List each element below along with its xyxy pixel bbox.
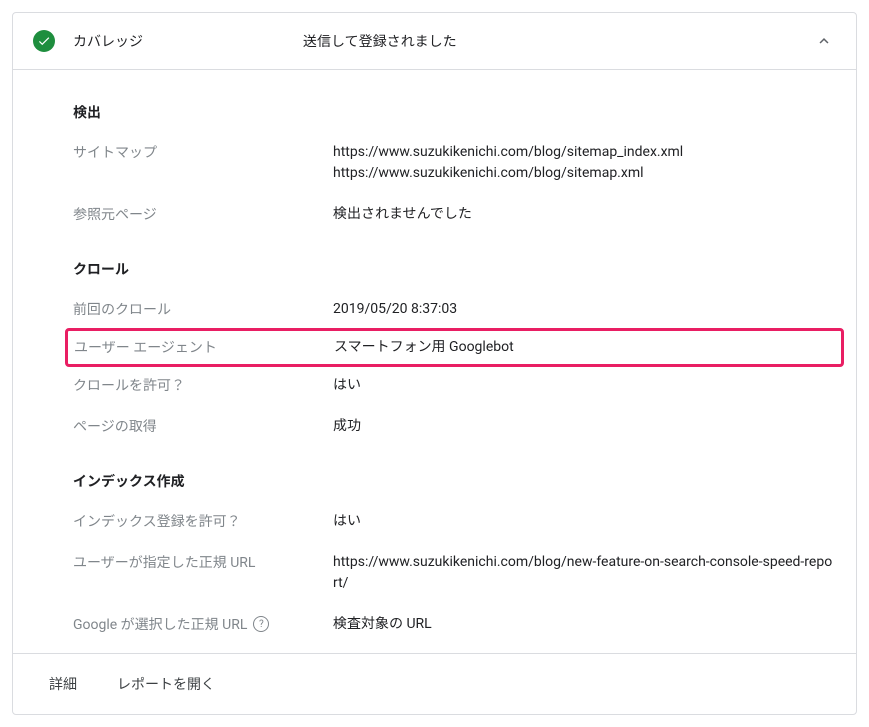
- card-footer: 詳細 レポートを開く: [13, 653, 856, 714]
- value-referrer: 検出されませんでした: [333, 204, 836, 225]
- label-google-canonical: Google が選択した正規 URL ?: [73, 614, 333, 634]
- label-sitemap: サイトマップ: [73, 142, 333, 162]
- check-circle-icon: [33, 30, 55, 52]
- row-sitemap: サイトマップ https://www.suzukikenichi.com/blo…: [73, 132, 836, 194]
- label-crawl-allowed: クロールを許可？: [73, 375, 333, 395]
- label-indexing-allowed: インデックス登録を許可？: [73, 511, 333, 531]
- row-user-canonical: ユーザーが指定した正規 URL https://www.suzukikenich…: [73, 542, 836, 604]
- row-user-agent-highlighted: ユーザー エージェント スマートフォン用 Googlebot: [65, 328, 844, 367]
- row-indexing-allowed: インデックス登録を許可？ はい: [73, 501, 836, 542]
- value-last-crawl: 2019/05/20 8:37:03: [333, 299, 836, 320]
- header-status: 送信して登録されました: [303, 31, 812, 51]
- value-page-fetch: 成功: [333, 416, 836, 437]
- header-title: カバレッジ: [73, 31, 303, 51]
- card-content: 検出 サイトマップ https://www.suzukikenichi.com/…: [13, 70, 856, 653]
- row-google-canonical: Google が選択した正規 URL ? 検査対象の URL: [73, 604, 836, 645]
- value-user-canonical: https://www.suzukikenichi.com/blog/new-f…: [333, 552, 836, 594]
- label-page-fetch: ページの取得: [73, 416, 333, 436]
- card-header[interactable]: カバレッジ 送信して登録されました: [13, 13, 856, 70]
- section-indexing-title: インデックス作成: [73, 447, 836, 501]
- label-user-agent: ユーザー エージェント: [74, 337, 334, 357]
- value-sitemap: https://www.suzukikenichi.com/blog/sitem…: [333, 142, 836, 184]
- label-last-crawl: 前回のクロール: [73, 299, 333, 319]
- section-discovery-title: 検出: [73, 78, 836, 132]
- open-report-button[interactable]: レポートを開く: [101, 666, 231, 702]
- row-page-fetch: ページの取得 成功: [73, 406, 836, 447]
- coverage-card: カバレッジ 送信して登録されました 検出 サイトマップ https://www.…: [12, 12, 857, 715]
- help-icon[interactable]: ?: [253, 616, 269, 632]
- value-indexing-allowed: はい: [333, 511, 836, 532]
- label-referrer: 参照元ページ: [73, 204, 333, 224]
- row-referrer: 参照元ページ 検出されませんでした: [73, 194, 836, 235]
- value-google-canonical: 検査対象の URL: [333, 614, 836, 635]
- row-crawl-allowed: クロールを許可？ はい: [73, 365, 836, 406]
- chevron-up-icon[interactable]: [812, 29, 836, 53]
- details-button[interactable]: 詳細: [33, 666, 93, 702]
- row-last-crawl: 前回のクロール 2019/05/20 8:37:03: [73, 289, 836, 330]
- section-crawl-title: クロール: [73, 235, 836, 289]
- value-user-agent: スマートフォン用 Googlebot: [334, 337, 835, 358]
- label-google-canonical-text: Google が選択した正規 URL: [73, 614, 247, 634]
- value-crawl-allowed: はい: [333, 375, 836, 396]
- label-user-canonical: ユーザーが指定した正規 URL: [73, 552, 333, 572]
